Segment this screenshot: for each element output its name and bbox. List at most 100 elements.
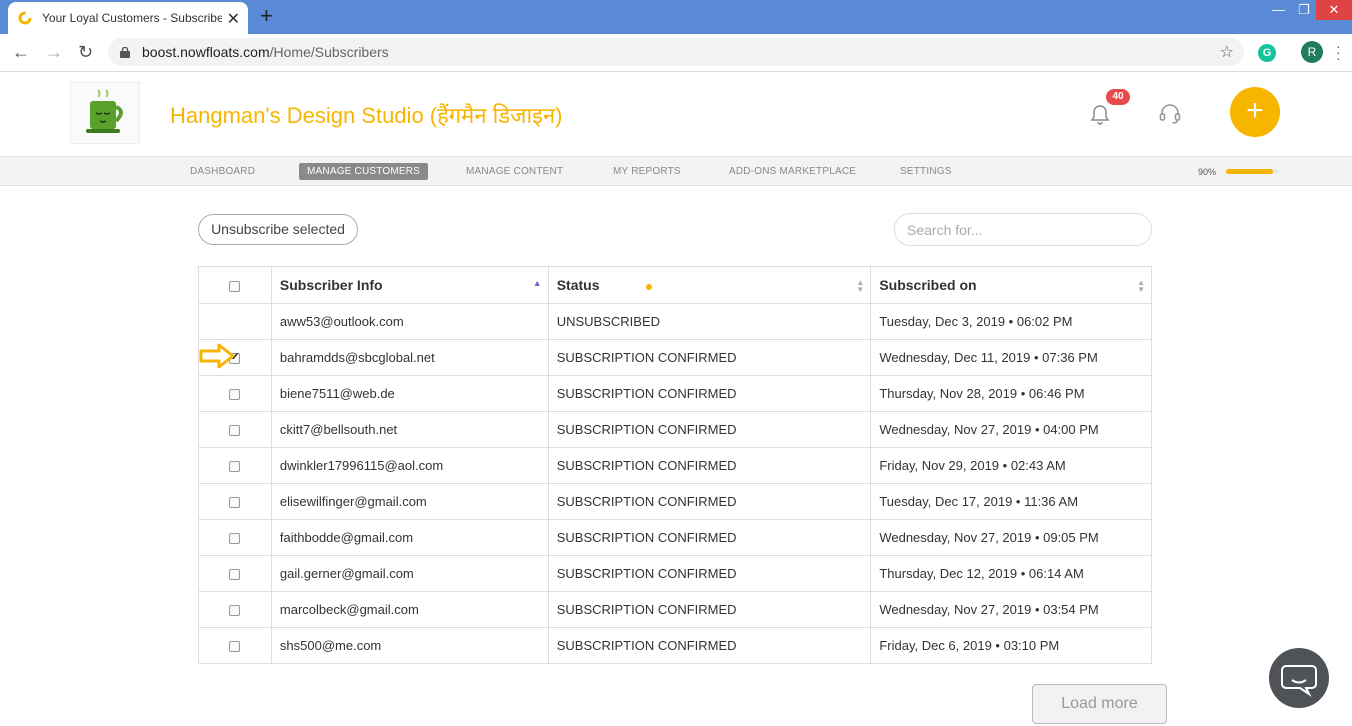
favicon-icon bbox=[18, 11, 32, 25]
table-header-row: Subscriber Info ▲ Status ▲ ▼ Subscribed o… bbox=[198, 266, 1152, 304]
nav-manage-customers[interactable]: MANAGE CUSTOMERS bbox=[299, 163, 429, 180]
profile-progress-label: 90% bbox=[1198, 167, 1217, 177]
subscriber-email: bahramdds@sbcglobal.net bbox=[270, 339, 549, 376]
subscriber-email: marcolbeck@gmail.com bbox=[270, 591, 549, 628]
row-checkbox[interactable] bbox=[229, 389, 241, 401]
app-header: Hangman's Design Studio (हैंगमैन डिजाइन)… bbox=[0, 72, 1352, 156]
sort-icon: ▲ ▼ bbox=[1137, 278, 1145, 294]
sort-icon: ▲ ▼ bbox=[856, 278, 865, 294]
subscribed-date: Wednesday, Nov 27, 2019 • 04:00 PM bbox=[870, 411, 1152, 448]
header-status[interactable]: Status ▲ ▼ bbox=[547, 266, 872, 304]
subscribed-date: Tuesday, Dec 3, 2019 • 06:02 PM bbox=[870, 303, 1152, 340]
table-row[interactable]: shs500@me.com SUBSCRIPTION CONFIRMED Frida… bbox=[198, 627, 1152, 664]
subscription-status: SUBSCRIPTION CONFIRMED bbox=[547, 375, 872, 412]
subscriber-email: elisewilfinger@gmail.com bbox=[270, 483, 549, 520]
add-button[interactable]: + bbox=[1230, 87, 1280, 137]
cursor-dot bbox=[645, 284, 652, 290]
notification-count-badge: 40 bbox=[1106, 89, 1130, 105]
minimize-icon[interactable]: — bbox=[1272, 2, 1285, 17]
select-all-checkbox[interactable] bbox=[229, 280, 241, 292]
tab-title: Your Loyal Customers - Subscribers bbox=[42, 11, 222, 25]
business-logo[interactable] bbox=[70, 82, 140, 144]
row-checkbox[interactable] bbox=[229, 569, 241, 581]
main-nav: DASHBOARD MANAGE CUSTOMERS MANAGE CONTEN… bbox=[0, 156, 1352, 186]
window-close-icon[interactable]: ✕ bbox=[1316, 0, 1352, 20]
table-row[interactable]: gail.gerner@gmail.com SUBSCRIPTION CONFIR… bbox=[198, 555, 1152, 592]
subscription-status: SUBSCRIPTION CONFIRMED bbox=[547, 591, 872, 628]
row-checkbox[interactable] bbox=[229, 425, 241, 437]
browser-tab[interactable]: Your Loyal Customers - Subscribers ✕ bbox=[8, 2, 248, 34]
row-select-cell bbox=[198, 411, 272, 448]
chat-bubble-icon bbox=[1281, 665, 1317, 697]
row-select-cell bbox=[198, 627, 272, 664]
support-headset-icon[interactable] bbox=[1158, 102, 1182, 126]
table-row[interactable]: dwinkler17996115@aol.com SUBSCRIPTION CON… bbox=[198, 447, 1152, 484]
profile-avatar[interactable]: R bbox=[1301, 41, 1323, 63]
lock-icon bbox=[120, 46, 130, 58]
row-checkbox[interactable] bbox=[229, 533, 241, 545]
grammarly-extension-icon[interactable]: G bbox=[1258, 44, 1276, 62]
subscriber-email: faithbodde@gmail.com bbox=[270, 519, 549, 556]
pointer-arrow-icon bbox=[199, 343, 235, 369]
chat-button[interactable] bbox=[1269, 648, 1329, 708]
subscription-status: SUBSCRIPTION CONFIRMED bbox=[547, 483, 872, 520]
back-icon[interactable]: ← bbox=[12, 42, 30, 63]
subscription-status: UNSUBSCRIBED bbox=[547, 303, 872, 340]
table-row[interactable]: ckitt7@bellsouth.net SUBSCRIPTION CONFIRM… bbox=[198, 411, 1152, 448]
nav-dashboard[interactable]: DASHBOARD bbox=[190, 166, 255, 177]
subscriber-email: shs500@me.com bbox=[270, 627, 549, 664]
header-subscribed-on-label: Subscribed on bbox=[879, 277, 977, 293]
business-name[interactable]: Hangman's Design Studio (हैंगमैन डिजाइन) bbox=[170, 100, 563, 130]
subscriber-email: aww53@outlook.com bbox=[270, 303, 549, 340]
subscribed-date: Wednesday, Dec 11, 2019 • 07:36 PM bbox=[870, 339, 1152, 376]
url-field[interactable]: boost.nowfloats.com/Home/Subscribers ☆ bbox=[108, 38, 1244, 66]
new-tab-icon[interactable]: + bbox=[260, 5, 273, 27]
subscription-status: SUBSCRIPTION CONFIRMED bbox=[547, 555, 872, 592]
subscription-status: SUBSCRIPTION CONFIRMED bbox=[547, 447, 872, 484]
header-subscriber-info[interactable]: Subscriber Info ▲ bbox=[270, 266, 549, 304]
reload-icon[interactable]: ↻ bbox=[78, 42, 93, 63]
table-body: aww53@outlook.com UNSUBSCRIBED Tuesday, De… bbox=[198, 303, 1152, 664]
row-checkbox[interactable] bbox=[229, 641, 241, 653]
table-row[interactable]: elisewilfinger@gmail.com SUBSCRIPTION CON… bbox=[198, 483, 1152, 520]
search-input[interactable] bbox=[894, 213, 1152, 246]
subscribed-date: Tuesday, Dec 17, 2019 • 11:36 AM bbox=[870, 483, 1152, 520]
subscription-status: SUBSCRIPTION CONFIRMED bbox=[547, 339, 872, 376]
unsubscribe-selected-button[interactable]: Unsubscribe selected bbox=[198, 214, 358, 245]
nav-addons-marketplace[interactable]: ADD-ONS MARKETPLACE bbox=[729, 166, 856, 177]
url-text: boost.nowfloats.com/Home/Subscribers bbox=[142, 44, 389, 60]
subscription-status: SUBSCRIPTION CONFIRMED bbox=[547, 627, 872, 664]
nav-settings[interactable]: SETTINGS bbox=[900, 166, 952, 177]
notification-bell-icon[interactable] bbox=[1090, 104, 1110, 126]
subscribed-date: Thursday, Dec 12, 2019 • 06:14 AM bbox=[870, 555, 1152, 592]
table-row[interactable]: biene7511@web.de SUBSCRIPTION CONFIRMED Th… bbox=[198, 375, 1152, 412]
table-row[interactable]: bahramdds@sbcglobal.netSUBSCRIPTION CONF… bbox=[198, 339, 1152, 376]
row-checkbox[interactable] bbox=[229, 605, 241, 617]
select-all-header bbox=[198, 266, 272, 304]
subscribed-date: Friday, Nov 29, 2019 • 02:43 AM bbox=[870, 447, 1152, 484]
table-row[interactable]: aww53@outlook.com UNSUBSCRIBED Tuesday, De… bbox=[198, 303, 1152, 340]
forward-icon[interactable]: → bbox=[45, 42, 63, 63]
profile-progress-bar bbox=[1226, 169, 1278, 174]
tab-close-icon[interactable]: ✕ bbox=[227, 9, 240, 29]
nav-my-reports[interactable]: MY REPORTS bbox=[613, 166, 681, 177]
row-checkbox[interactable] bbox=[229, 461, 241, 473]
subscription-status: SUBSCRIPTION CONFIRMED bbox=[547, 411, 872, 448]
load-more-button[interactable]: Load more bbox=[1032, 684, 1167, 724]
nav-manage-content[interactable]: MANAGE CONTENT bbox=[466, 166, 563, 177]
header-subscribed-on[interactable]: Subscribed on ▲ ▼ bbox=[870, 266, 1152, 304]
row-select-cell bbox=[198, 555, 272, 592]
subscriber-email: biene7511@web.de bbox=[270, 375, 549, 412]
bookmark-star-icon[interactable]: ☆ bbox=[1220, 42, 1234, 62]
row-checkbox[interactable] bbox=[229, 497, 241, 509]
table-row[interactable]: marcolbeck@gmail.com SUBSCRIPTION CONFIRM… bbox=[198, 591, 1152, 628]
subscriber-email: gail.gerner@gmail.com bbox=[270, 555, 549, 592]
row-select-cell bbox=[198, 591, 272, 628]
browser-tab-bar: Your Loyal Customers - Subscribers ✕ + —… bbox=[0, 0, 1352, 34]
subscriber-email: ckitt7@bellsouth.net bbox=[270, 411, 549, 448]
subscription-status: SUBSCRIPTION CONFIRMED bbox=[547, 519, 872, 556]
browser-menu-icon[interactable]: · · · bbox=[1336, 39, 1341, 65]
restore-icon[interactable]: ❐ bbox=[1298, 2, 1310, 18]
header-subscriber-info-label: Subscriber Info bbox=[279, 277, 383, 293]
table-row[interactable]: faithbodde@gmail.com SUBSCRIPTION CONFIRM… bbox=[198, 519, 1152, 556]
